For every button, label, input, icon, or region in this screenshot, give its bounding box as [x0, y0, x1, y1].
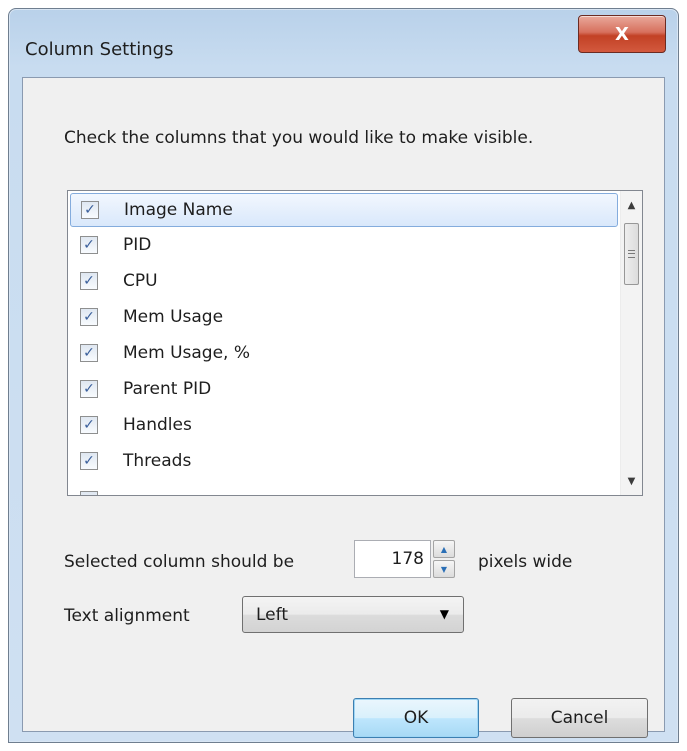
column-item[interactable]: ✓ Handles — [68, 407, 620, 443]
alignment-dropdown[interactable]: Left ▼ — [242, 596, 464, 633]
scroll-thumb[interactable] — [624, 223, 639, 285]
instructions-text: Check the columns that you would like to… — [64, 128, 534, 148]
column-item[interactable]: ✓ Parent PID — [68, 371, 620, 407]
dialog-body: Check the columns that you would like to… — [22, 77, 665, 738]
column-checkbox[interactable]: ✓ — [80, 236, 98, 254]
checkmark-icon: ✓ — [83, 237, 95, 253]
column-item[interactable]: ✓ CPU — [68, 263, 620, 299]
columns-list: ✓ Image Name ✓ PID ✓ CPU ✓ Mem Usage ✓ Mem Usage,… — [68, 191, 620, 495]
column-label: Handles — [123, 415, 192, 435]
width-label: Selected column should be — [64, 552, 295, 572]
close-icon: X — [615, 23, 629, 45]
column-item[interactable]: ✓ PID — [68, 227, 620, 263]
ok-button[interactable]: OK — [353, 698, 479, 738]
column-label: CPU — [123, 271, 158, 291]
column-label: Mem Usage — [123, 307, 224, 327]
grip-icon — [628, 250, 635, 258]
scroll-up-arrow-icon[interactable]: ▲ — [621, 195, 642, 215]
column-label: PID — [123, 235, 152, 255]
column-checkbox[interactable]: ✓ — [80, 344, 98, 362]
checkmark-icon: ✓ — [83, 417, 95, 433]
spin-up-icon[interactable]: ▲ — [433, 540, 455, 558]
checkmark-icon: ✓ — [83, 273, 95, 289]
column-settings-dialog: Column Settings X Check the columns that… — [8, 8, 679, 743]
column-checkbox[interactable]: ✓ — [80, 272, 98, 290]
checkmark-icon: ✓ — [84, 202, 96, 218]
spin-down-icon[interactable]: ▼ — [433, 560, 455, 578]
width-spinner: ▲ ▼ — [433, 540, 455, 578]
column-label: Parent PID — [123, 379, 212, 399]
column-label: Mem Usage, % — [123, 343, 251, 363]
checkmark-icon: ✓ — [83, 381, 95, 397]
column-width-input[interactable]: 178 — [354, 540, 431, 578]
width-suffix: pixels wide — [478, 552, 573, 572]
column-item[interactable]: ✓ Mem Usage — [68, 299, 620, 335]
column-checkbox[interactable]: ✓ — [80, 452, 98, 470]
column-checkbox[interactable]: ✓ — [80, 380, 98, 398]
checkmark-icon: ✓ — [83, 453, 95, 469]
chevron-down-icon: ▼ — [439, 607, 449, 621]
title-bar[interactable]: Column Settings X — [9, 9, 678, 65]
column-item-partial[interactable] — [68, 479, 620, 495]
column-checkbox[interactable] — [80, 491, 98, 495]
column-label: Image Name — [124, 200, 233, 220]
column-item[interactable]: ✓ Image Name — [70, 193, 618, 227]
column-checkbox[interactable]: ✓ — [80, 308, 98, 326]
column-checkbox[interactable]: ✓ — [80, 416, 98, 434]
column-item[interactable]: ✓ Threads — [68, 443, 620, 479]
vertical-scrollbar[interactable]: ▲ ▼ — [620, 191, 642, 495]
column-item[interactable]: ✓ Mem Usage, % — [68, 335, 620, 371]
alignment-value: Left — [256, 605, 288, 625]
column-checkbox[interactable]: ✓ — [81, 201, 99, 219]
alignment-label: Text alignment — [64, 606, 190, 626]
checkmark-icon: ✓ — [83, 309, 95, 325]
scroll-down-arrow-icon[interactable]: ▼ — [621, 471, 642, 491]
window-title: Column Settings — [25, 39, 174, 60]
column-label: Threads — [123, 451, 192, 471]
columns-listbox[interactable]: ✓ Image Name ✓ PID ✓ CPU ✓ Mem Usage ✓ Mem Usage,… — [67, 190, 643, 496]
checkmark-icon: ✓ — [83, 345, 95, 361]
close-button[interactable]: X — [578, 15, 666, 53]
cancel-button[interactable]: Cancel — [511, 698, 648, 738]
